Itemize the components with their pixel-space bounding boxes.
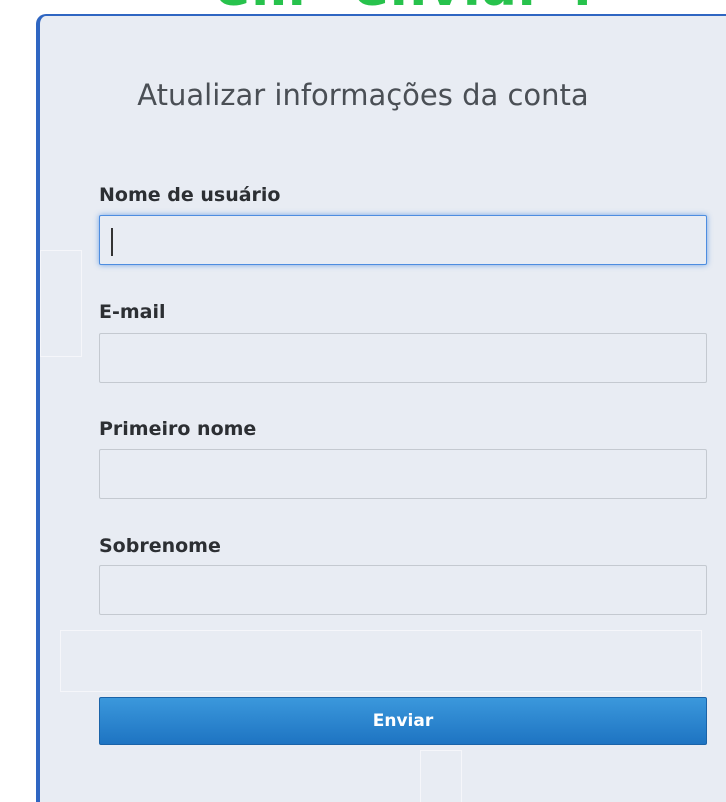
username-input[interactable] (99, 215, 707, 265)
background-artifact (60, 630, 702, 692)
text-caret (111, 228, 113, 256)
background-artifact (40, 250, 82, 357)
email-input[interactable] (99, 333, 707, 383)
last-name-label: Sobrenome (99, 535, 221, 557)
background-artifact (420, 750, 462, 802)
submit-button[interactable]: Enviar (99, 697, 707, 745)
page: em "enviar". Atualizar informações da co… (0, 0, 726, 802)
username-label: Nome de usuário (99, 184, 281, 206)
first-name-label: Primeiro nome (99, 418, 257, 440)
email-label: E-mail (99, 301, 166, 323)
overlay-caption: em "enviar". (215, 0, 593, 18)
first-name-input[interactable] (99, 449, 707, 499)
page-title: Atualizar informações da conta (137, 78, 589, 112)
last-name-input[interactable] (99, 565, 707, 615)
